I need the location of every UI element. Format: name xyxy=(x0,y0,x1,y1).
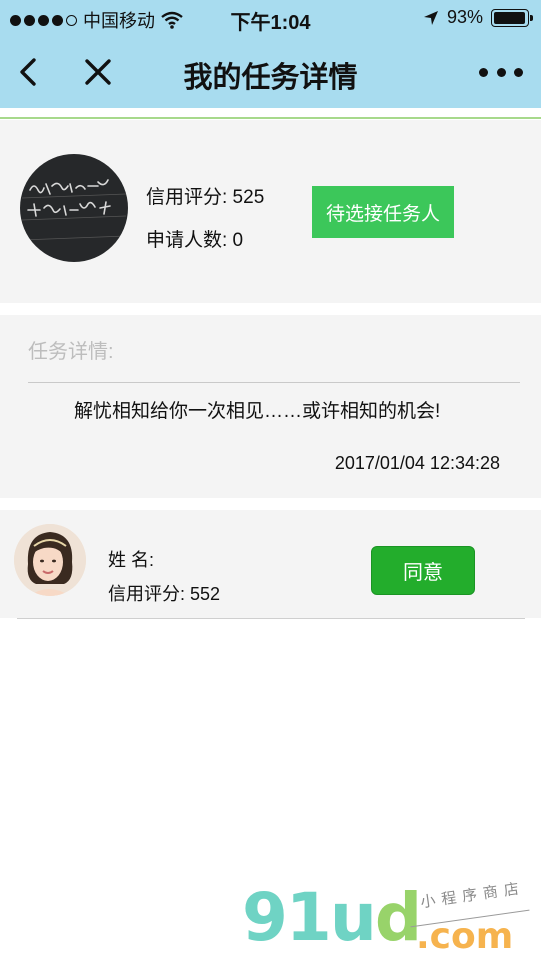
battery-icon xyxy=(491,8,533,27)
wifi-icon xyxy=(161,11,183,29)
signal-strength-icon xyxy=(10,14,77,26)
task-detail-divider xyxy=(28,382,520,383)
applicant-count: 申请人数: 0 xyxy=(146,230,244,251)
site-watermark: 91ud .com 小程序商店 xyxy=(238,878,538,958)
task-datetime: 2017/01/04 12:34:28 xyxy=(334,453,500,473)
applicant-name-label: 姓 名: xyxy=(108,550,155,570)
carrier-name: 中国移动 xyxy=(83,11,155,31)
close-button[interactable] xyxy=(80,52,116,92)
top-bar: 中国移动 下午1:04 93% 我的任务详情 xyxy=(0,0,541,108)
task-detail-card: 任务详情: 解忧相知给你一次相见……或许相知的机会! 2017/01/04 12… xyxy=(0,315,541,498)
applicant-divider xyxy=(17,618,525,619)
close-icon xyxy=(85,59,111,85)
applicant-avatar xyxy=(14,524,86,596)
chalk-handwriting-image xyxy=(21,179,127,241)
watermark-logo: 91ud xyxy=(242,878,422,958)
applicant-card: 姓 名: 信用评分: 552 同意 xyxy=(0,510,541,618)
task-detail-label: 任务详情: xyxy=(28,341,114,363)
publisher-credit-score: 信用评分: 525 xyxy=(146,187,265,208)
status-bar: 中国移动 下午1:04 93% xyxy=(0,0,541,36)
publisher-avatar xyxy=(20,154,128,262)
agree-button[interactable]: 同意 xyxy=(371,546,475,595)
chevron-left-icon xyxy=(20,58,36,86)
nav-bar: 我的任务详情 xyxy=(0,36,541,108)
status-right: 93% xyxy=(423,7,533,28)
more-dot-icon xyxy=(514,67,523,77)
watermark-logo-d: d xyxy=(374,879,422,956)
pending-assignee-button[interactable]: 待选接任务人 xyxy=(312,186,454,238)
publisher-card: 信用评分: 525 申请人数: 0 待选接任务人 xyxy=(0,120,541,303)
woman-portrait-image xyxy=(14,524,86,596)
watermark-domain: .com xyxy=(416,916,514,957)
watermark-tagline: 小程序商店 xyxy=(419,878,526,912)
back-button[interactable] xyxy=(10,52,46,92)
header-divider xyxy=(0,117,541,119)
task-description: 解忧相知给你一次相见……或许相知的机会! xyxy=(74,401,441,422)
watermark-logo-main: 91u xyxy=(242,879,377,956)
more-options-button[interactable] xyxy=(479,58,523,86)
location-arrow-icon xyxy=(423,10,438,25)
battery-percent: 93% xyxy=(446,7,483,27)
applicant-credit-score: 信用评分: 552 xyxy=(108,584,221,604)
status-left: 中国移动 xyxy=(10,7,183,33)
task-detail-page: 中国移动 下午1:04 93% 我的任务详情 信用评分: 525 申请人数: 0… xyxy=(0,0,541,960)
more-dot-icon xyxy=(479,67,488,77)
more-dot-icon xyxy=(496,67,506,77)
